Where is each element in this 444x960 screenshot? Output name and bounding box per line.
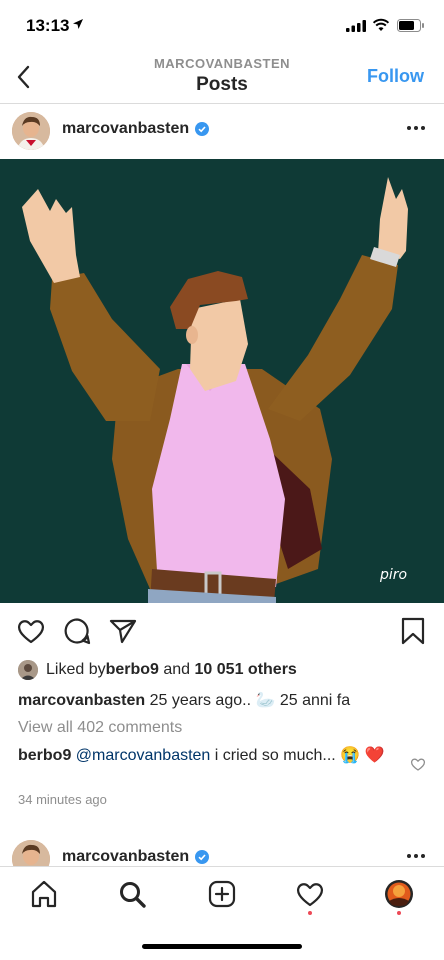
view-all-comments-link[interactable]: View all 402 comments bbox=[18, 719, 182, 737]
post-timestamp: 34 minutes ago bbox=[18, 792, 107, 807]
likes-others-count[interactable]: 10 051 others bbox=[195, 661, 297, 679]
likes-prefix: Liked by bbox=[46, 661, 106, 678]
nav-header: MARCOVANBASTEN Posts Follow bbox=[0, 52, 444, 104]
post-actions bbox=[0, 612, 444, 652]
post-username[interactable]: marcovanbasten bbox=[62, 120, 189, 138]
share-icon[interactable] bbox=[108, 616, 138, 646]
search-icon[interactable] bbox=[117, 879, 147, 909]
comment-mention[interactable]: @marcovanbasten bbox=[76, 747, 211, 764]
comment-username[interactable]: berbo9 bbox=[18, 747, 71, 764]
cellular-signal-icon bbox=[346, 20, 366, 32]
likes-summary[interactable]: Liked by berbo9 and 10 051 others bbox=[18, 660, 297, 680]
more-options-icon[interactable] bbox=[406, 852, 426, 860]
home-indicator bbox=[142, 944, 302, 949]
caption-text: 25 years ago.. 🦢 25 anni fa bbox=[145, 692, 351, 709]
status-time: 13:13 bbox=[26, 16, 70, 35]
comment-text: i cried so much... 😭 ❤️ bbox=[210, 747, 385, 764]
status-bar: 13:13 bbox=[0, 0, 444, 52]
activity-heart-icon[interactable] bbox=[295, 879, 325, 909]
verified-badge-icon bbox=[195, 850, 210, 864]
post-image[interactable]: piro bbox=[0, 159, 444, 603]
artist-signature: piro bbox=[379, 567, 407, 583]
caption-username[interactable]: marcovanbasten bbox=[18, 692, 145, 709]
liker-username[interactable]: berbo9 bbox=[106, 661, 159, 679]
illustration-celebrating-player: piro bbox=[0, 159, 444, 603]
activity-notification-dot bbox=[308, 911, 312, 915]
location-arrow-icon bbox=[73, 19, 83, 29]
battery-icon bbox=[397, 19, 424, 32]
next-post-username[interactable]: marcovanbasten bbox=[62, 848, 189, 866]
home-icon[interactable] bbox=[29, 879, 59, 909]
post-header: marcovanbasten bbox=[0, 106, 444, 160]
liker-avatar bbox=[18, 660, 38, 680]
profile-avatar-icon[interactable] bbox=[384, 879, 414, 909]
verified-badge-icon bbox=[195, 122, 210, 136]
follow-button[interactable]: Follow bbox=[367, 66, 424, 87]
comment: berbo9 @marcovanbasten i cried so much..… bbox=[18, 745, 398, 767]
comment-icon[interactable] bbox=[62, 616, 92, 646]
comment-like-heart-icon[interactable] bbox=[410, 756, 426, 772]
heart-icon[interactable] bbox=[16, 616, 46, 646]
bookmark-icon[interactable] bbox=[398, 616, 428, 646]
likes-middle: and bbox=[158, 661, 195, 678]
avatar[interactable] bbox=[12, 112, 50, 150]
wifi-icon bbox=[372, 18, 390, 31]
new-post-icon[interactable] bbox=[207, 879, 237, 909]
profile-notification-dot bbox=[397, 911, 401, 915]
caption: marcovanbasten 25 years ago.. 🦢 25 anni … bbox=[18, 690, 428, 710]
more-options-icon[interactable] bbox=[406, 124, 426, 132]
